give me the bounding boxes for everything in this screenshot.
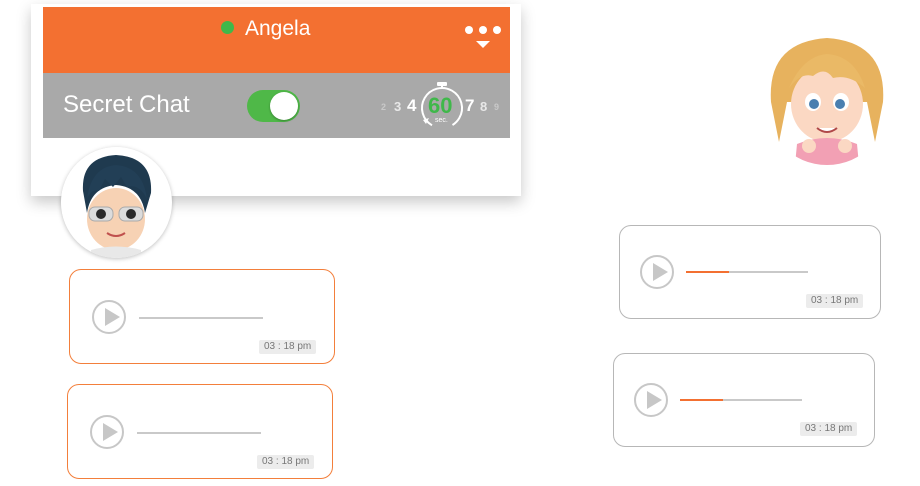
play-icon[interactable]: [92, 300, 126, 334]
contact-name[interactable]: Angela: [245, 17, 310, 41]
secret-chat-toggle[interactable]: [247, 90, 300, 122]
audio-progress-track[interactable]: [686, 271, 808, 273]
online-status-icon: [221, 21, 234, 34]
timer-option[interactable]: 3: [394, 99, 401, 114]
voice-message-bubble[interactable]: 03 : 18 pm: [619, 225, 881, 319]
avatar-girl[interactable]: [763, 32, 891, 165]
toggle-knob: [270, 92, 298, 120]
play-icon[interactable]: [640, 255, 674, 289]
self-destruct-timer-picker[interactable]: 2 3 4 60 sec. 7 8 9: [378, 80, 508, 132]
timer-option[interactable]: 8: [480, 99, 487, 114]
more-dots-icon: [493, 26, 501, 34]
play-icon[interactable]: [634, 383, 668, 417]
more-dots-icon: [479, 26, 487, 34]
audio-progress-track[interactable]: [680, 399, 802, 401]
voice-message-bubble[interactable]: 03 : 18 pm: [69, 269, 335, 364]
play-icon[interactable]: [90, 415, 124, 449]
voice-message-bubble[interactable]: 03 : 18 pm: [613, 353, 875, 447]
message-timestamp: 03 : 18 pm: [259, 340, 317, 354]
audio-progress-fill: [680, 399, 723, 401]
message-timestamp: 03 : 18 pm: [800, 422, 858, 436]
timer-option[interactable]: 9: [494, 102, 499, 112]
timer-option[interactable]: 7: [465, 96, 474, 116]
audio-progress-track[interactable]: [139, 317, 263, 319]
more-options-button[interactable]: [462, 24, 504, 52]
more-dots-icon: [465, 26, 473, 34]
voice-message-bubble[interactable]: 03 : 18 pm: [67, 384, 333, 479]
timer-option[interactable]: 2: [381, 102, 386, 112]
message-timestamp: 03 : 18 pm: [806, 294, 864, 308]
chevron-down-icon: [476, 41, 490, 48]
timer-option[interactable]: 4: [407, 96, 416, 116]
avatar-boy[interactable]: [61, 147, 172, 258]
secret-chat-label: Secret Chat: [63, 91, 190, 118]
message-timestamp: 03 : 18 pm: [257, 455, 315, 469]
audio-progress-fill: [686, 271, 729, 273]
timer-unit: sec.: [435, 117, 448, 124]
timer-selected-value: 60: [428, 93, 453, 118]
audio-progress-track[interactable]: [137, 432, 261, 434]
